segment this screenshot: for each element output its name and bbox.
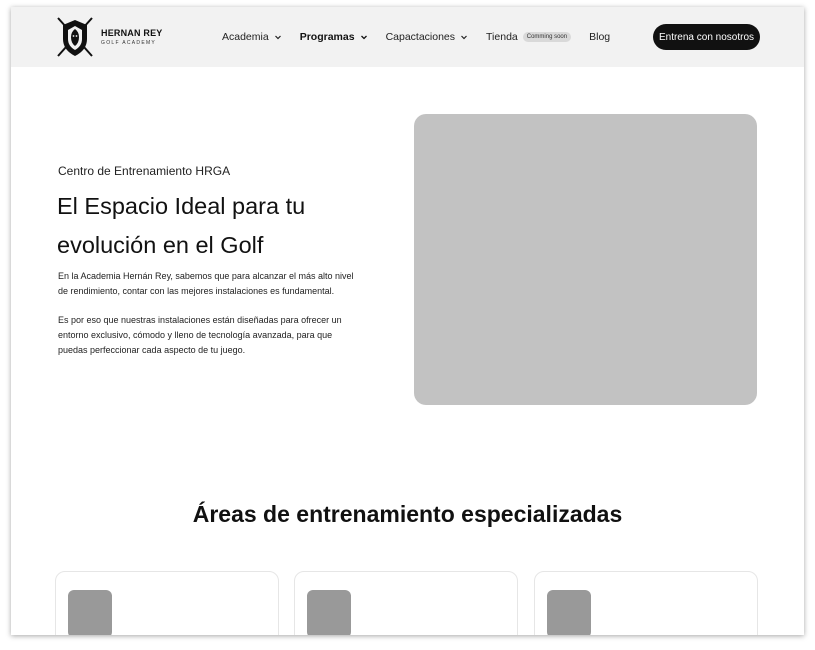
- training-area-card[interactable]: [55, 571, 279, 635]
- site-header: HERNAN REY GOLF ACADEMY Academia Program…: [11, 7, 804, 67]
- brand-name: HERNAN REY: [101, 27, 163, 38]
- hero-paragraph-2: Es por eso que nuestras instalaciones es…: [58, 315, 342, 355]
- training-area-card[interactable]: [534, 571, 758, 635]
- card-image-placeholder: [68, 590, 112, 635]
- chevron-down-icon: [461, 35, 467, 40]
- card-image-placeholder: [547, 590, 591, 635]
- chevron-down-icon: [274, 35, 281, 40]
- train-with-us-button[interactable]: Entrena con nosotros: [653, 24, 760, 50]
- training-area-card[interactable]: [294, 571, 518, 635]
- browser-page: HERNAN REY GOLF ACADEMY Academia Program…: [11, 7, 804, 635]
- nav-item-capactaciones[interactable]: Capactaciones: [386, 31, 468, 43]
- coming-soon-badge: Comming soon: [522, 32, 572, 42]
- hero-eyebrow: Centro de Entrenamiento HRGA: [58, 164, 231, 178]
- nav-item-label: Tienda: [486, 31, 518, 43]
- nav-item-tienda[interactable]: Tienda Comming soon: [486, 31, 572, 43]
- nav-item-label: Blog: [589, 31, 611, 43]
- nav-item-label: Academia: [222, 31, 269, 43]
- brand-tagline: GOLF ACADEMY: [101, 39, 157, 46]
- nav-item-programas[interactable]: Programas: [300, 31, 368, 43]
- brand-logo[interactable]: HERNAN REY GOLF ACADEMY: [54, 15, 163, 59]
- brand-text: HERNAN REY GOLF ACADEMY: [101, 27, 163, 46]
- hero-title: El Espacio Ideal para tu evolución en el…: [57, 193, 306, 258]
- main-nav: Academia Programas Capactaciones Tienda …: [222, 7, 628, 67]
- section-title: Áreas de entrenamiento especializadas: [192, 501, 623, 527]
- nav-item-blog[interactable]: Blog: [589, 31, 610, 43]
- nav-item-label: Capactaciones: [385, 31, 456, 43]
- nav-item-label: Programas: [299, 31, 355, 43]
- lion-crest-icon: [57, 17, 93, 57]
- hero-paragraph-1: En la Academia Hernán Rey, sabemos que p…: [58, 271, 354, 296]
- nav-item-academia[interactable]: Academia: [222, 31, 282, 43]
- hero-image-placeholder: [414, 114, 757, 405]
- card-image-placeholder: [307, 590, 351, 635]
- chevron-down-icon: [360, 35, 367, 40]
